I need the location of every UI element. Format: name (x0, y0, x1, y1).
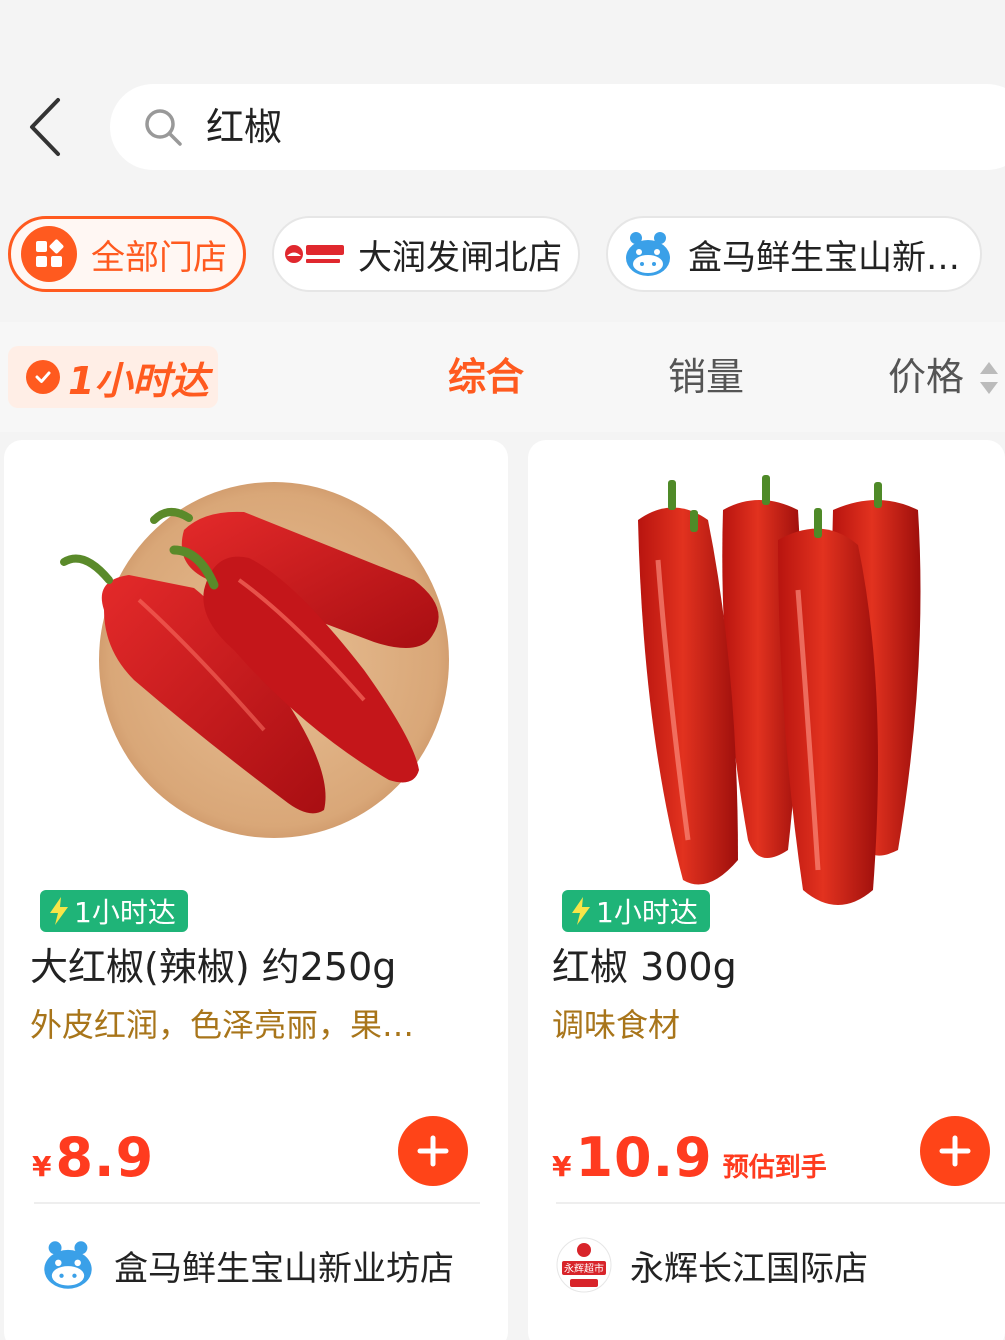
sort-arrows-icon (980, 362, 998, 394)
currency-symbol: ¥ (552, 1150, 572, 1183)
search-query: 红椒 (206, 105, 283, 149)
divider (34, 1202, 480, 1204)
product-title[interactable]: 大红椒(辣椒) 约250g (30, 936, 396, 991)
sort-tab-default[interactable]: 综合 (448, 352, 524, 402)
plus-icon (417, 1135, 449, 1167)
store-name: 永辉长江国际店 (630, 1248, 868, 1289)
currency-symbol: ¥ (32, 1150, 52, 1183)
store-chip-label: 全部门店 (91, 237, 227, 278)
svg-text:永辉超市: 永辉超市 (564, 1262, 604, 1275)
results-area: 1小时达 综合 销量 价格 1小时达 大红椒(辣椒) 约250g 外皮红润，色泽… (0, 322, 1005, 1340)
product-card[interactable]: 1小时达 大红椒(辣椒) 约250g 外皮红润，色泽亮丽，果… ¥ 8.9 盒马… (4, 440, 508, 1340)
lightning-icon (50, 897, 68, 925)
price-note: 预估到手 (722, 1153, 827, 1183)
darunfa-logo (285, 245, 344, 263)
add-to-cart-button[interactable] (398, 1116, 468, 1186)
store-chip-label: 盒马鲜生宝山新… (688, 237, 960, 278)
store-name: 盒马鲜生宝山新业坊店 (114, 1248, 454, 1289)
store-link[interactable]: 永辉超市 永辉长江国际店 (556, 1220, 868, 1310)
one-hour-tag-label: 1小时达 (74, 896, 176, 929)
add-to-cart-button[interactable] (920, 1116, 990, 1186)
product-desc: 调味食材 (552, 1006, 681, 1044)
lightning-icon (572, 897, 590, 925)
price-row: ¥ 8.9 (32, 1126, 154, 1189)
one-hour-tag-label: 1小时达 (596, 896, 698, 929)
price: 10.9 (575, 1126, 713, 1189)
plus-icon (939, 1135, 971, 1167)
store-chip-darunfa[interactable]: 大润发闸北店 (272, 216, 580, 292)
one-hour-filter[interactable]: 1小时达 (8, 346, 218, 408)
sort-tab-sales[interactable]: 销量 (668, 352, 744, 402)
store-link[interactable]: 盒马鲜生宝山新业坊店 (40, 1220, 454, 1310)
product-image[interactable] (628, 470, 928, 920)
search-results-page: 红椒 全部门店 大润发闸北店 盒马鲜生宝山新… 1小时达 综合 销量 价格 1小… (0, 0, 1005, 1340)
price: 8.9 (55, 1126, 155, 1189)
product-image[interactable] (34, 470, 474, 880)
search-icon (145, 109, 182, 146)
back-button[interactable] (22, 94, 72, 160)
one-hour-tag: 1小时达 (40, 890, 188, 932)
store-chip-label: 大润发闸北店 (358, 237, 562, 278)
grid-icon (21, 226, 77, 282)
product-title[interactable]: 红椒 300g (552, 936, 737, 991)
price-row: ¥ 10.9 预估到手 (552, 1126, 827, 1189)
product-card[interactable]: 1小时达 红椒 300g 调味食材 ¥ 10.9 预估到手 永辉超市 永辉长江国… (528, 440, 1005, 1340)
sort-tab-price[interactable]: 价格 (888, 352, 964, 402)
store-chip-hema[interactable]: 盒马鲜生宝山新… (606, 216, 982, 292)
filter-bar: 1小时达 综合 销量 价格 (0, 322, 1005, 432)
search-header: 红椒 (0, 84, 1005, 170)
yonghui-logo: 永辉超市 (556, 1237, 612, 1293)
check-icon (26, 360, 60, 394)
one-hour-label: 1小时达 (68, 358, 209, 403)
hema-logo (626, 232, 670, 276)
search-input[interactable]: 红椒 (110, 84, 1005, 170)
store-chip-all[interactable]: 全部门店 (8, 216, 246, 292)
one-hour-tag: 1小时达 (562, 890, 710, 932)
hema-logo (44, 1241, 92, 1289)
divider (556, 1202, 1005, 1204)
product-desc: 外皮红润，色泽亮丽，果… (30, 1006, 415, 1044)
chevron-left-icon (30, 98, 60, 156)
